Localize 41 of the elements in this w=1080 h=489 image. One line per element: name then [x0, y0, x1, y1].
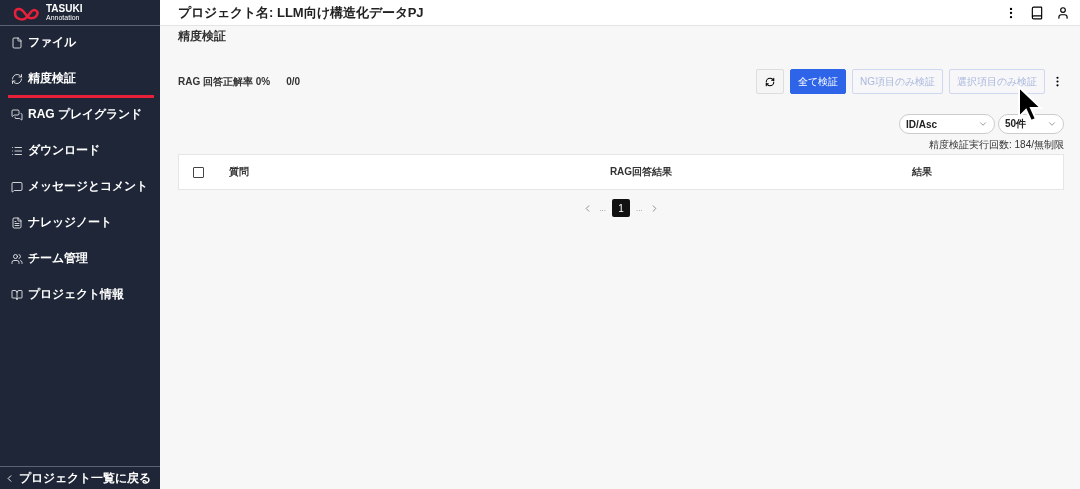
accuracy-summary: RAG 回答正解率 0%: [178, 74, 271, 89]
logo-name: TASUKI: [46, 4, 83, 14]
file-icon: [11, 36, 23, 49]
sidebar-item[interactable]: ダウンロード: [8, 134, 154, 170]
ellipsis: ...: [636, 203, 643, 213]
sidebar-item[interactable]: RAG プレイグランド: [8, 98, 154, 134]
page-button[interactable]: 1: [612, 199, 630, 217]
sidebar-item[interactable]: ナレッジノート: [8, 206, 154, 242]
sidebar-item[interactable]: 精度検証: [8, 62, 154, 98]
count-text: 0/0: [286, 76, 302, 87]
verify-button[interactable]: 全て検証: [790, 69, 846, 94]
page-size-select[interactable]: 50件: [998, 114, 1064, 134]
message-icon: [11, 180, 23, 193]
sidebar-item[interactable]: メッセージとコメント: [8, 170, 154, 206]
refresh-icon: [11, 72, 23, 85]
sort-select[interactable]: ID/Asc: [899, 114, 995, 134]
user-icon[interactable]: [1056, 5, 1070, 20]
book-icon[interactable]: [1030, 5, 1044, 20]
page-size-value: 50件: [1005, 117, 1027, 131]
column-header: RAG回答結果: [609, 165, 673, 179]
column-header: 質問: [229, 165, 249, 179]
page-title: 精度検証: [178, 28, 227, 45]
users-icon: [11, 252, 23, 265]
sidebar-item[interactable]: ファイル: [8, 26, 154, 62]
sidebar-item[interactable]: プロジェクト情報: [8, 278, 154, 314]
sort-value: ID/Asc: [906, 118, 938, 130]
usage-text: 精度検証実行回数: 184/無制限: [928, 138, 1064, 152]
ellipsis: ...: [599, 203, 606, 213]
sidebar-item[interactable]: チーム管理: [8, 242, 154, 278]
list-icon: [11, 144, 23, 157]
chat-icon: [11, 108, 23, 121]
select-all-checkbox[interactable]: [193, 166, 204, 178]
back-link[interactable]: プロジェクト一覧に戻る: [0, 466, 160, 489]
book-icon: [11, 288, 23, 301]
refresh-icon: [765, 76, 775, 87]
refresh-button[interactable]: [756, 69, 784, 94]
project-title: プロジェクト名: LLM向け構造化データPJ: [178, 3, 425, 22]
chevron-down-icon: [978, 119, 988, 129]
column-header: 結果: [912, 165, 933, 179]
chevron-down-icon: [1047, 119, 1057, 129]
document-icon: [11, 216, 23, 229]
